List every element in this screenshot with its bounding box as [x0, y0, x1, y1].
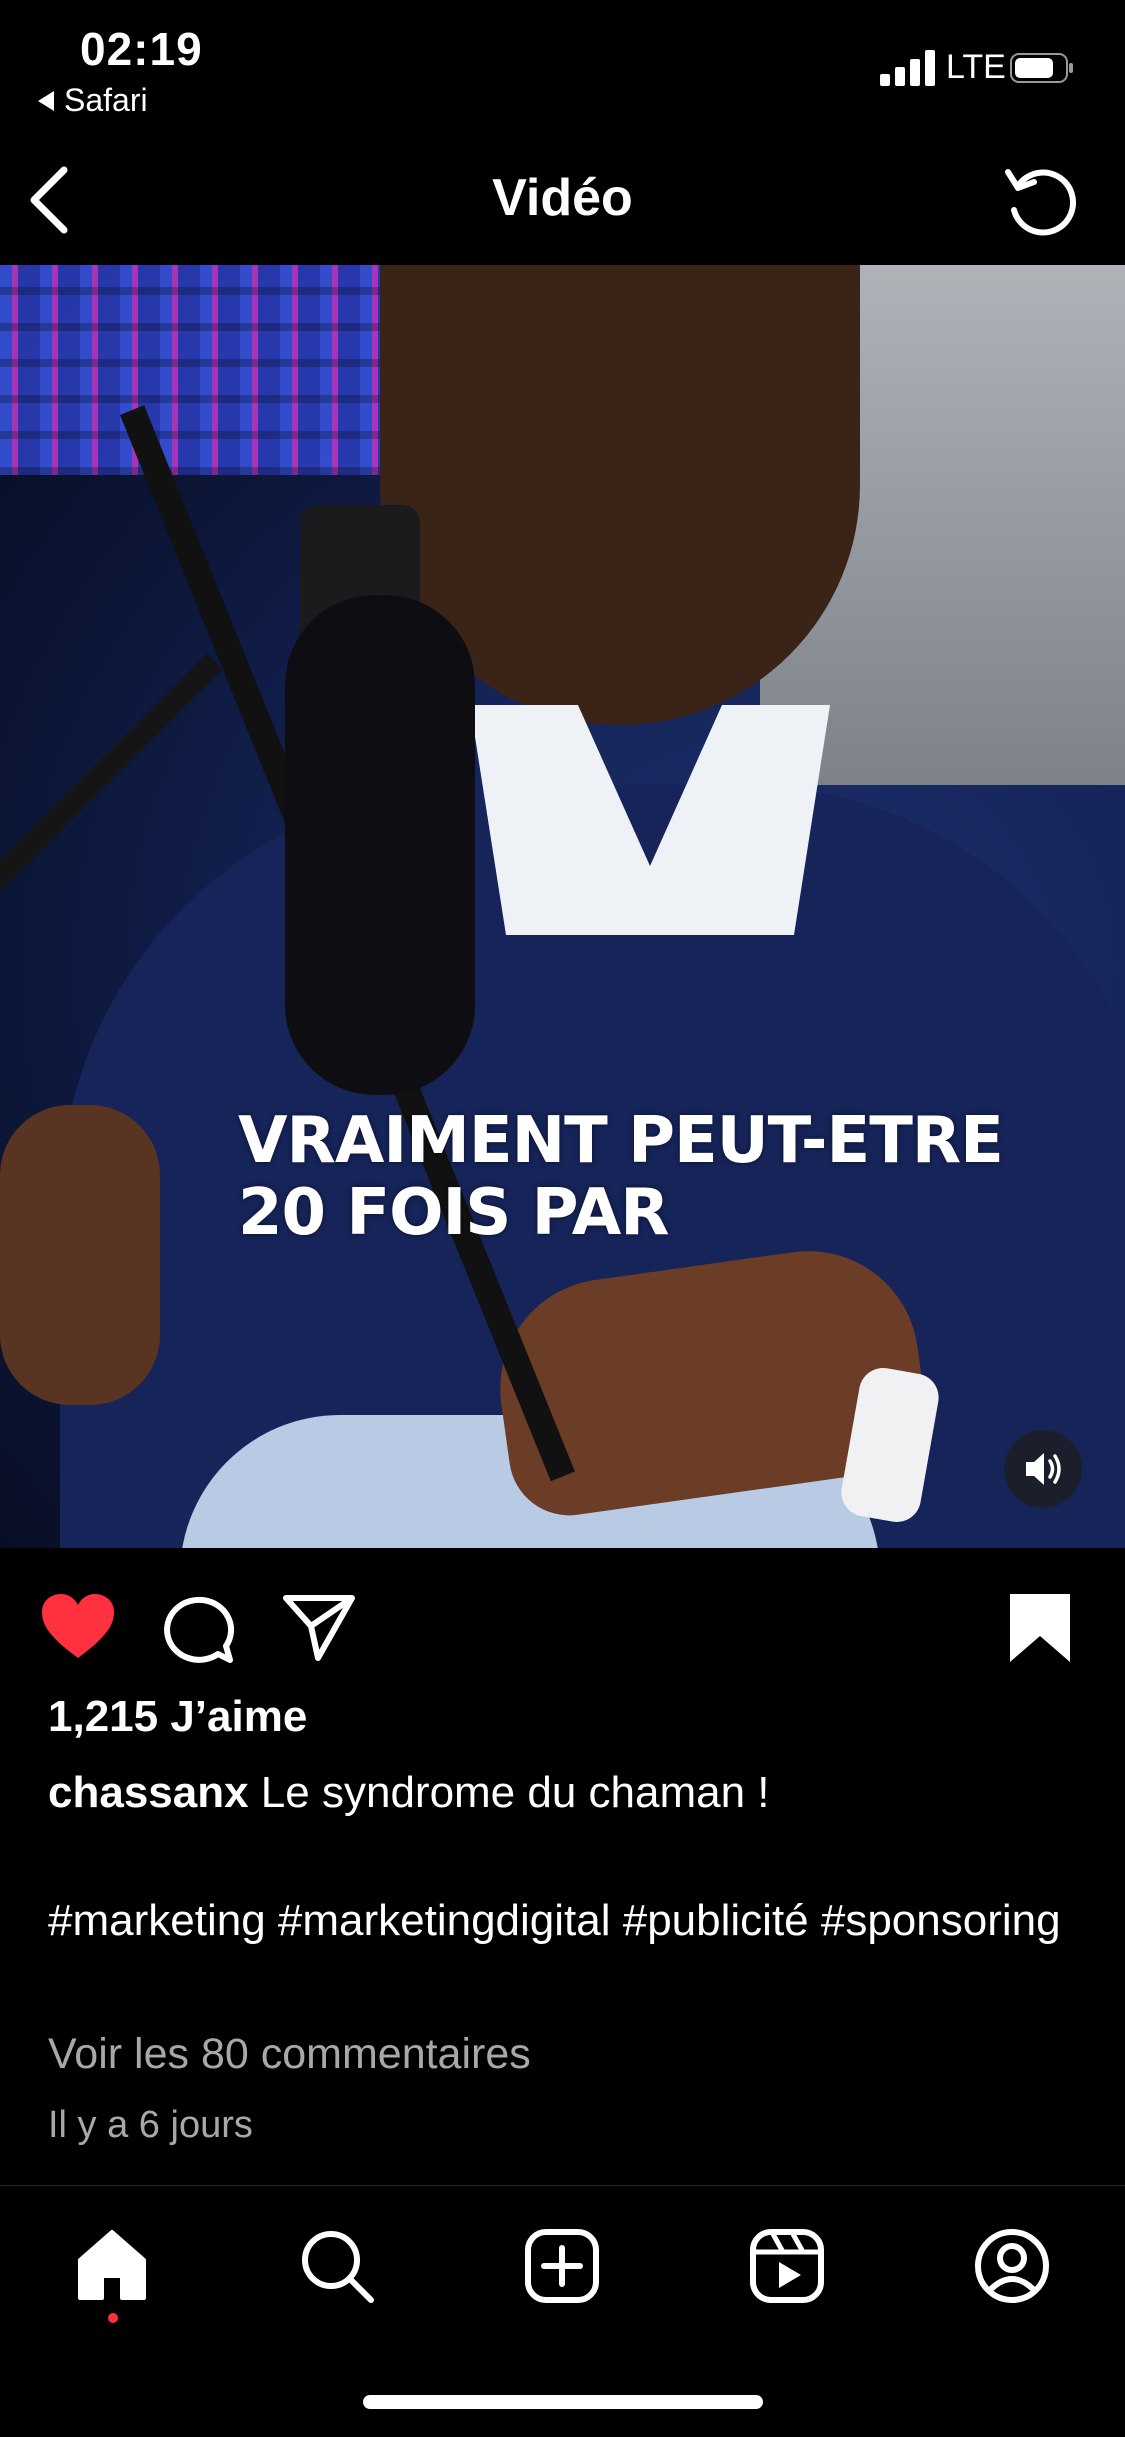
sound-toggle-button[interactable] [1004, 1430, 1082, 1508]
paper-plane-icon[interactable] [278, 1588, 358, 1668]
bookmark-icon[interactable] [1000, 1588, 1080, 1668]
status-bar: 02:19 Safari LTE [0, 0, 1125, 130]
person-left-hand [0, 1105, 160, 1405]
post-timestamp: Il y a 6 jours [48, 2104, 253, 2146]
video-player[interactable]: VRAIMENT PEUT-ETRE 20 FOIS PAR [0, 265, 1125, 1548]
post-caption-text: Le syndrome du chaman ! [248, 1768, 770, 1817]
microphone [285, 595, 475, 1095]
reels-icon[interactable] [747, 2226, 827, 2306]
home-notification-dot [108, 2313, 118, 2323]
plus-square-icon[interactable] [522, 2226, 602, 2306]
video-caption-line-2: 20 FOIS PAR [238, 1176, 669, 1250]
speaker-icon [1026, 1453, 1061, 1485]
video-caption: VRAIMENT PEUT-ETRE 20 FOIS PAR [238, 1104, 1004, 1250]
post-hashtags[interactable]: #marketing #marketingdigital #publicité … [48, 1892, 1068, 1950]
signal-icon [880, 50, 935, 86]
view-comments-link[interactable]: Voir les 80 commentaires [48, 2030, 531, 2079]
mic-arm-lower [0, 653, 223, 924]
status-time: 02:19 [80, 23, 203, 75]
top-nav: Vidéo [0, 130, 1125, 265]
refresh-icon[interactable] [1000, 160, 1080, 240]
back-triangle-icon [38, 90, 54, 111]
likes-count[interactable]: 1,215 J’aime [48, 1692, 307, 1742]
battery-icon [1010, 53, 1073, 83]
back-app-label: Safari [64, 82, 148, 118]
back-to-app-button[interactable]: Safari [38, 82, 148, 119]
post-username[interactable]: chassanx [48, 1768, 249, 1817]
network-label: LTE [946, 48, 1006, 86]
comment-icon[interactable] [158, 1588, 238, 1668]
video-caption-line-1: VRAIMENT PEUT-ETRE [238, 1104, 1004, 1178]
post-caption: chassanx Le syndrome du chaman ! [48, 1768, 770, 1818]
search-icon[interactable] [297, 2226, 377, 2306]
home-icon[interactable] [72, 2226, 152, 2306]
heart-icon[interactable] [38, 1588, 118, 1668]
post-actions [0, 1548, 1125, 1698]
profile-icon[interactable] [972, 2226, 1052, 2306]
home-indicator[interactable] [363, 2395, 763, 2409]
page-title: Vidéo [492, 169, 633, 227]
